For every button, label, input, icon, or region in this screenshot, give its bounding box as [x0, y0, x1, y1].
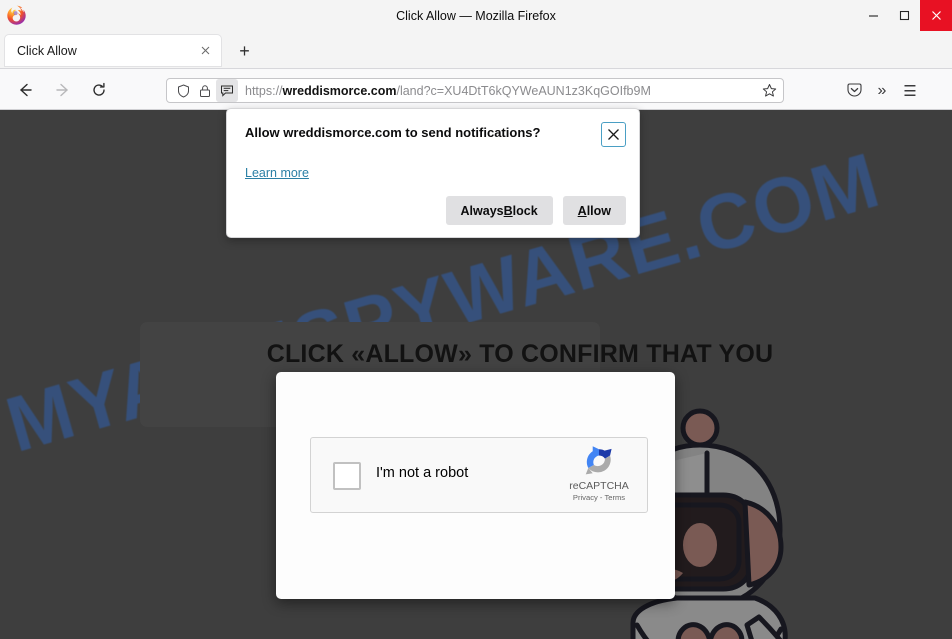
new-tab-button[interactable]: +: [232, 39, 257, 64]
url-text[interactable]: https://wreddismorce.com/land?c=XU4DtT6k…: [245, 84, 757, 98]
always-block-button[interactable]: Always Block: [445, 196, 553, 225]
tab-title: Click Allow: [17, 43, 77, 58]
recaptcha-brand-name: reCAPTCHA: [569, 480, 629, 492]
notification-permission-panel: Allow wreddismorce.com to send notificat…: [226, 108, 640, 238]
recaptcha-terms-link[interactable]: Terms: [604, 493, 625, 502]
recaptcha-link-separator: -: [599, 493, 603, 502]
always-block-accesskey: B: [503, 203, 513, 218]
address-bar[interactable]: https://wreddismorce.com/land?c=XU4DtT6k…: [166, 78, 784, 103]
maximize-button[interactable]: [889, 0, 920, 31]
pocket-icon[interactable]: [840, 78, 868, 103]
recaptcha-privacy-link[interactable]: Privacy: [573, 493, 598, 502]
forward-button[interactable]: [50, 77, 76, 103]
allow-suffix: llow: [586, 203, 611, 218]
overflow-chevrons-icon[interactable]: »: [868, 78, 896, 103]
always-block-suffix: lock: [512, 203, 538, 218]
allow-button[interactable]: Allow: [562, 196, 626, 225]
window-title: Click Allow — Mozilla Firefox: [396, 8, 556, 23]
browser-tab[interactable]: Click Allow: [4, 34, 222, 67]
toolbar-right-buttons: » ☰: [840, 78, 924, 103]
navigation-toolbar: https://wreddismorce.com/land?c=XU4DtT6k…: [0, 69, 952, 110]
permission-close-button[interactable]: [601, 122, 626, 147]
tab-strip: Click Allow +: [0, 31, 952, 69]
app-menu-icon[interactable]: ☰: [896, 78, 924, 103]
recaptcha-checkbox[interactable]: [333, 462, 361, 490]
back-button[interactable]: [12, 77, 38, 103]
minimize-button[interactable]: [858, 0, 889, 31]
notification-bubble-icon[interactable]: [216, 79, 238, 102]
lock-icon[interactable]: [194, 79, 216, 102]
close-window-button[interactable]: [920, 0, 952, 31]
recaptcha-logo-icon: [561, 445, 637, 479]
allow-accesskey: A: [577, 203, 587, 218]
permission-prompt-title: Allow wreddismorce.com to send notificat…: [245, 125, 541, 140]
recaptcha-label: I'm not a robot: [376, 465, 469, 481]
captcha-modal: I'm not a robot reCAPTCHA Privacy - Term…: [276, 372, 675, 599]
learn-more-link[interactable]: Learn more: [245, 166, 309, 180]
always-block-prefix: Always: [460, 203, 504, 218]
reload-button[interactable]: [86, 77, 112, 103]
page-heading: CLICK «ALLOW» TO CONFIRM THAT YOU: [266, 340, 774, 368]
tab-close-icon[interactable]: [195, 41, 215, 61]
title-bar: Click Allow — Mozilla Firefox: [0, 0, 952, 31]
window-controls: [858, 0, 952, 31]
shield-icon[interactable]: [172, 79, 194, 102]
permission-actions: Always Block Allow: [445, 196, 626, 225]
star-icon[interactable]: [757, 79, 781, 102]
recaptcha-branding: reCAPTCHA Privacy - Terms: [561, 445, 637, 502]
recaptcha-widget[interactable]: I'm not a robot reCAPTCHA Privacy - Term…: [310, 437, 648, 513]
recaptcha-legal-links[interactable]: Privacy - Terms: [561, 493, 637, 502]
